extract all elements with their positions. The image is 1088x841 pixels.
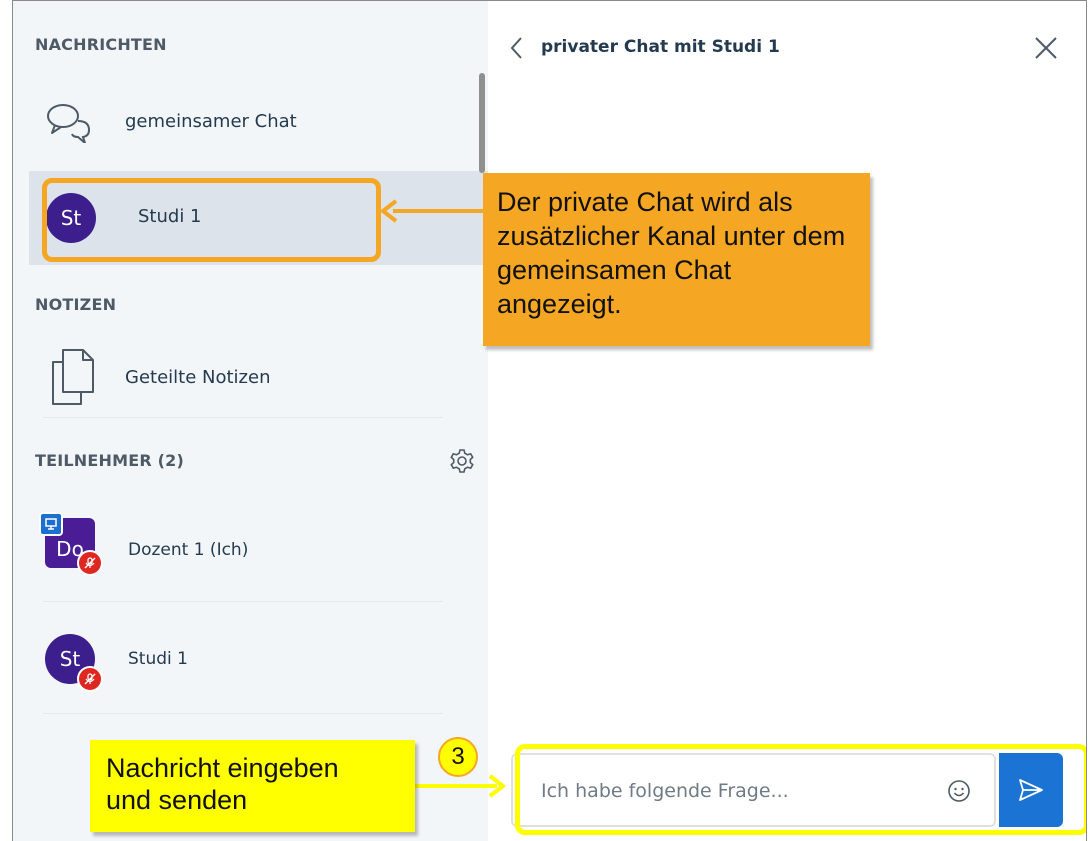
arrow-to-private-chat (381, 199, 483, 223)
step-number: 3 (451, 743, 465, 770)
annotation-step-note: Nachricht eingeben und senden (90, 740, 415, 832)
step-note-line: Nachricht eingeben (106, 753, 339, 783)
callout-text: Der private Chat wird als zusätzlicher K… (497, 187, 846, 319)
step-note-line: und senden (106, 785, 248, 815)
arrow-to-message-input (415, 774, 505, 798)
annotation-arrows (381, 199, 505, 798)
step-number-badge: 3 (438, 737, 478, 777)
annotation-callout: Der private Chat wird als zusätzlicher K… (483, 173, 870, 346)
